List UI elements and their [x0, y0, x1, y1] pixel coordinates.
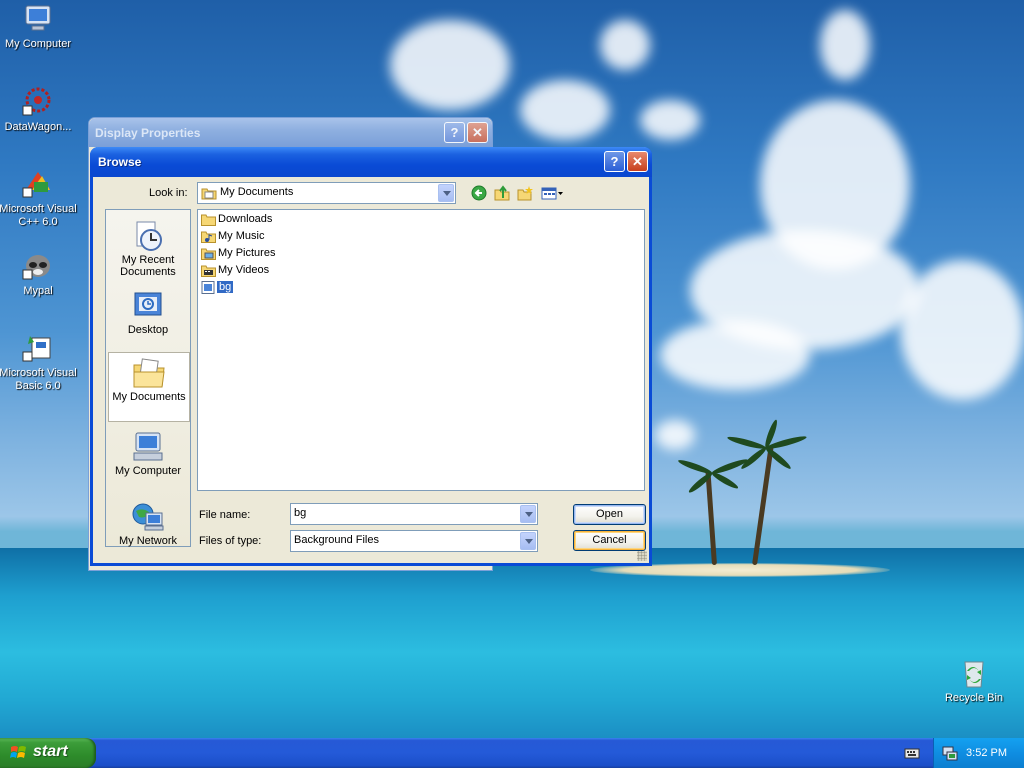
browse-close-button[interactable]: ✕: [627, 151, 648, 172]
file-name-dropdown-arrow[interactable]: [520, 505, 536, 523]
system-tray: 3:52 PM: [933, 738, 1024, 768]
file-name-combo[interactable]: bg: [290, 503, 538, 525]
display-properties-title: Display Properties: [95, 126, 201, 140]
new-folder-icon[interactable]: [517, 185, 533, 201]
taskbar: start 3:52 PM: [0, 738, 1024, 768]
back-icon[interactable]: [471, 185, 487, 201]
file-name-input[interactable]: bg: [294, 507, 306, 519]
look-in-dropdown-arrow[interactable]: [438, 184, 454, 202]
display-properties-close-button[interactable]: ✕: [467, 122, 488, 143]
desktop-icon-visual-basic[interactable]: Microsoft Visual Basic 6.0: [0, 332, 78, 393]
file-type-select[interactable]: Background Files: [290, 530, 538, 552]
file-item-my-videos[interactable]: My Videos: [201, 263, 321, 279]
display-properties-titlebar[interactable]: Display Properties ? ✕: [89, 118, 492, 147]
browse-title: Browse: [98, 155, 142, 169]
look-in-label: Look in:: [149, 187, 188, 199]
display-properties-help-button[interactable]: ?: [444, 122, 465, 143]
recycle-bin-icon: [958, 657, 990, 689]
up-folder-icon[interactable]: [494, 185, 510, 201]
place-my-documents[interactable]: My Documents: [108, 352, 190, 422]
place-my-network[interactable]: My Network: [106, 497, 190, 547]
my-network-icon: [131, 501, 165, 533]
recent-documents-icon: [131, 220, 165, 252]
look-in-combo[interactable]: My Documents: [197, 182, 456, 204]
browse-titlebar[interactable]: Browse ? ✕: [90, 147, 652, 177]
mypal-icon: [22, 250, 54, 282]
music-folder-icon: [201, 230, 216, 243]
network-tray-icon[interactable]: [942, 745, 958, 761]
browse-help-button[interactable]: ?: [604, 151, 625, 172]
bmp-file-icon: [201, 281, 216, 294]
resize-grip[interactable]: [637, 551, 647, 561]
file-name-label: File name:: [199, 509, 251, 521]
views-menu-icon[interactable]: [541, 185, 565, 201]
my-computer-icon: [131, 431, 165, 463]
my-documents-small-icon: [201, 186, 217, 200]
visual-basic-icon: [22, 332, 54, 364]
desktop-icon-mypal[interactable]: Mypal: [0, 250, 78, 298]
file-type-dropdown-arrow[interactable]: [520, 532, 536, 550]
my-computer-icon: [22, 3, 54, 35]
datawagon-icon: [22, 86, 54, 118]
pictures-folder-icon: [201, 247, 216, 260]
keyboard-icon[interactable]: [904, 746, 920, 760]
file-item-bg[interactable]: bg: [201, 280, 261, 296]
places-bar: My Recent Documents Desktop My Documents…: [105, 209, 191, 547]
place-my-recent-documents[interactable]: My Recent Documents: [106, 216, 190, 278]
folder-icon: [201, 213, 216, 226]
open-button[interactable]: Open: [573, 504, 646, 525]
visual-cpp-icon: [22, 168, 54, 200]
file-list[interactable]: Downloads My Music My Pictures My Videos…: [197, 209, 645, 491]
desktop-icon-visual-cpp[interactable]: Microsoft Visual C++ 6.0: [0, 168, 78, 229]
file-item-downloads[interactable]: Downloads: [201, 212, 321, 228]
videos-folder-icon: [201, 264, 216, 277]
my-documents-icon: [132, 357, 166, 389]
place-desktop[interactable]: Desktop: [106, 286, 190, 336]
file-type-label: Files of type:: [199, 535, 262, 547]
cancel-button[interactable]: Cancel: [573, 530, 646, 551]
desktop-icon-recycle-bin[interactable]: Recycle Bin: [934, 657, 1014, 705]
file-item-my-music[interactable]: My Music: [201, 229, 321, 245]
start-label: start: [33, 743, 68, 760]
place-my-computer[interactable]: My Computer: [106, 427, 190, 477]
desktop-icon-my-computer[interactable]: My Computer: [0, 3, 78, 51]
clock: 3:52 PM: [966, 747, 1007, 759]
desktop-icon-datawagon[interactable]: DataWagon...: [0, 86, 78, 134]
file-item-my-pictures[interactable]: My Pictures: [201, 246, 321, 262]
start-button[interactable]: start: [0, 738, 96, 768]
windows-logo-icon: [10, 744, 28, 762]
desktop-icon: [131, 290, 165, 322]
browse-dialog: Browse ? ✕ Look in: My Documents My Rece…: [90, 147, 652, 566]
